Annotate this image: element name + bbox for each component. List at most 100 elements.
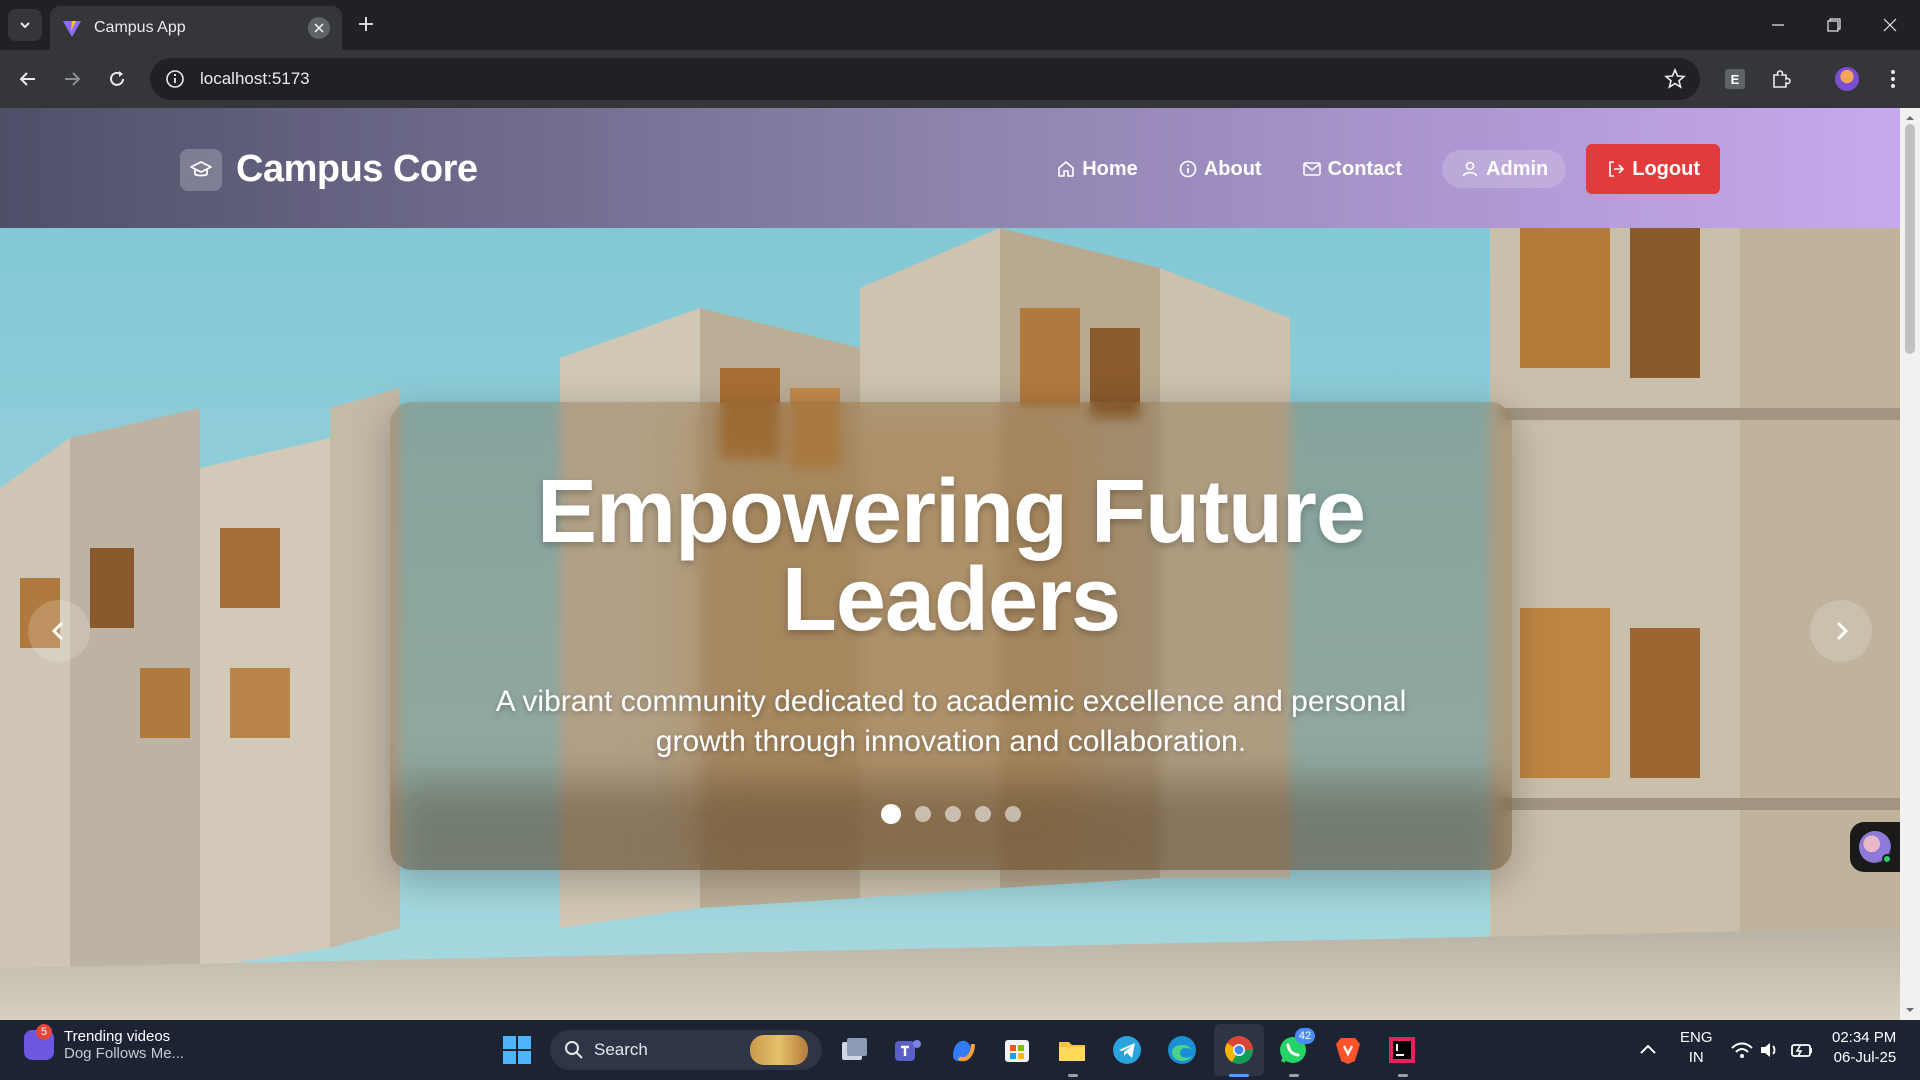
reload-button[interactable] <box>103 65 131 93</box>
extension-button[interactable]: E <box>1722 66 1748 92</box>
windows-start-icon[interactable] <box>501 1034 533 1066</box>
tab-close-button[interactable] <box>308 17 330 39</box>
nav-contact-link[interactable]: Contact <box>1302 149 1402 189</box>
explorer-running-indicator <box>1068 1074 1078 1077</box>
intellij-running-indicator <box>1398 1074 1408 1077</box>
scrollbar-thumb[interactable] <box>1905 124 1915 354</box>
page-scrollbar[interactable] <box>1900 108 1920 1020</box>
carousel-dot-1[interactable] <box>881 804 901 824</box>
volume-icon[interactable] <box>1754 1034 1786 1066</box>
clock[interactable]: 02:34 PM 06-Jul-25 <box>1832 1028 1896 1068</box>
file-explorer-icon[interactable] <box>1056 1034 1088 1066</box>
restore-icon <box>1827 18 1841 32</box>
hero-subtitle: A vibrant community dedicated to academi… <box>495 685 1407 758</box>
clock-date: 06-Jul-25 <box>1833 1049 1897 1066</box>
nav-home-link[interactable]: Home <box>1056 149 1138 189</box>
more-vertical-icon <box>1891 70 1895 88</box>
hero-title-line2: Leaders <box>781 550 1121 650</box>
battery-charging-icon[interactable] <box>1786 1034 1818 1066</box>
copilot-icon[interactable] <box>947 1034 979 1066</box>
input-language-line2: IN <box>1688 1049 1704 1066</box>
bookmark-star-icon[interactable] <box>1664 68 1686 90</box>
scroll-down-icon[interactable] <box>1904 1004 1916 1016</box>
input-language-line1: ENG <box>1680 1029 1713 1046</box>
carousel-indicators <box>390 804 1512 824</box>
nav-admin-link[interactable]: Admin <box>1442 150 1567 188</box>
brand-name: Campus Core <box>236 148 478 190</box>
profile-avatar-icon <box>1835 67 1859 91</box>
carousel-dot-3[interactable] <box>945 806 961 822</box>
address-bar[interactable]: localhost:5173 <box>150 58 1700 100</box>
vite-favicon-icon <box>63 21 81 37</box>
puzzle-icon <box>1773 70 1791 88</box>
profile-button[interactable] <box>1834 66 1860 92</box>
extensions-menu-button[interactable] <box>1768 66 1794 92</box>
reload-icon <box>110 71 124 86</box>
browser-menu-button[interactable] <box>1880 66 1906 92</box>
chevron-left-icon <box>51 621 64 641</box>
page-viewport: Campus Core Home About Contact Admin Log… <box>0 108 1920 1020</box>
widgets-button[interactable]: 5 Trending videos Dog Follows Me... <box>24 1024 184 1062</box>
taskbar-search[interactable]: Search <box>550 1030 822 1070</box>
search-highlight-art-icon <box>750 1035 808 1065</box>
chat-assistant-button[interactable] <box>1850 822 1900 872</box>
forward-button[interactable] <box>58 65 86 93</box>
close-icon <box>1883 18 1897 32</box>
back-button[interactable] <box>14 65 42 93</box>
online-status-dot <box>1882 854 1892 864</box>
widget-title: Trending videos <box>64 1028 171 1045</box>
brand[interactable]: Campus Core <box>180 148 478 191</box>
hero-card: Empowering Future Leaders A vibrant comm… <box>390 402 1512 870</box>
whatsapp-unread-badge: 42 <box>1295 1028 1315 1044</box>
info-icon <box>1179 160 1197 178</box>
browser-toolbar: localhost:5173 E <box>0 50 1920 108</box>
site-info-icon[interactable] <box>164 68 186 90</box>
graduation-cap-icon <box>180 148 222 191</box>
show-hidden-icons-chevron-up-icon[interactable] <box>1632 1034 1664 1066</box>
restore-button[interactable] <box>1806 0 1862 50</box>
brave-icon[interactable] <box>1332 1034 1364 1066</box>
logout-button[interactable]: Logout <box>1586 144 1720 194</box>
close-window-button[interactable] <box>1862 0 1918 50</box>
carousel-dot-4[interactable] <box>975 806 991 822</box>
edge-icon[interactable] <box>1166 1034 1198 1066</box>
arrow-left-icon <box>19 72 35 86</box>
widget-text: Trending videos Dog Follows Me... <box>64 1028 184 1062</box>
nav-links: Home About Contact Admin Logout <box>1016 144 1720 194</box>
browser-tab-active[interactable]: Campus App <box>50 6 342 50</box>
new-tab-button[interactable] <box>354 12 378 36</box>
carousel-next-button[interactable] <box>1810 600 1872 662</box>
mail-icon <box>1302 162 1321 176</box>
widget-video-icon: 5 <box>24 1024 54 1060</box>
nav-contact-label: Contact <box>1327 157 1403 180</box>
teams-icon[interactable] <box>892 1034 924 1066</box>
logout-label: Logout <box>1632 157 1700 180</box>
minimize-button[interactable] <box>1750 0 1806 50</box>
assistant-avatar-icon <box>1859 831 1892 864</box>
widget-subtitle: Dog Follows Me... <box>64 1045 185 1062</box>
whatsapp-running-indicator <box>1289 1074 1299 1077</box>
chrome-icon[interactable] <box>1223 1034 1255 1066</box>
carousel-dot-5[interactable] <box>1005 806 1021 822</box>
tab-search-button[interactable] <box>8 9 42 41</box>
microsoft-store-icon[interactable] <box>1001 1034 1033 1066</box>
chevron-down-icon <box>20 22 30 29</box>
url-text: localhost:5173 <box>200 69 310 88</box>
nav-about-label: About <box>1203 157 1262 180</box>
carousel-prev-button[interactable] <box>28 600 90 662</box>
logout-icon <box>1609 161 1625 177</box>
chevron-right-icon <box>1836 621 1849 641</box>
chrome-running-indicator <box>1229 1074 1249 1077</box>
home-icon <box>1058 161 1075 177</box>
intellij-icon[interactable] <box>1386 1034 1418 1066</box>
carousel-dot-2[interactable] <box>915 806 931 822</box>
telegram-icon[interactable] <box>1111 1034 1143 1066</box>
scroll-up-icon[interactable] <box>1904 112 1916 124</box>
search-icon <box>565 1041 583 1059</box>
input-language-indicator[interactable]: ENG IN <box>1680 1028 1713 1068</box>
task-view-icon[interactable] <box>838 1034 870 1066</box>
hero-title-line1: Empowering Future <box>536 462 1366 562</box>
taskbar: 5 Trending videos Dog Follows Me... Sear… <box>0 1020 1920 1080</box>
nav-about-link[interactable]: About <box>1178 149 1262 189</box>
nav-home-label: Home <box>1082 157 1138 180</box>
